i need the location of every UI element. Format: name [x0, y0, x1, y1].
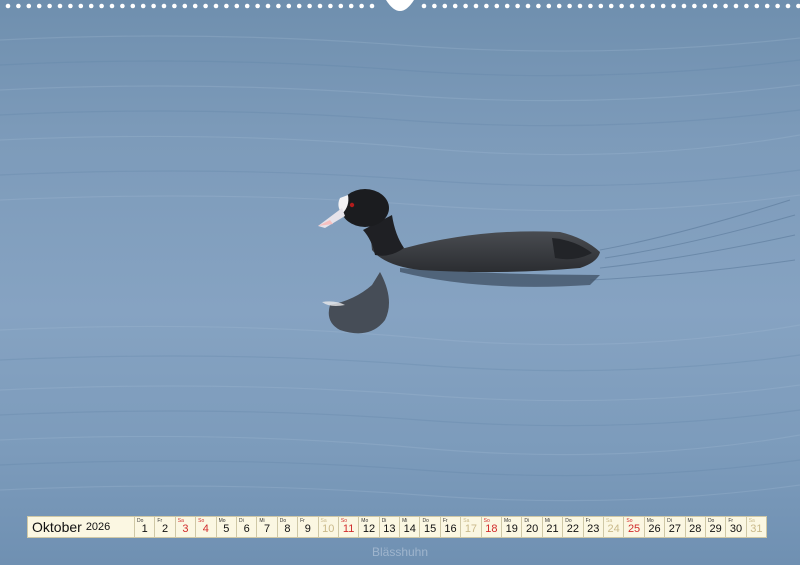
day-cell: Mo 5: [216, 516, 237, 538]
day-number: 24: [607, 523, 620, 535]
day-number: 11: [342, 523, 355, 535]
bird-reflection: [322, 268, 600, 334]
day-cell: Mo 12: [359, 516, 380, 538]
day-cell: Di 20: [522, 516, 543, 538]
day-cell: Fr 16: [440, 516, 462, 538]
day-cell: So 25: [624, 516, 645, 538]
coot-photo: [0, 0, 800, 565]
day-number: 1: [141, 523, 148, 535]
day-cell: Mo 19: [502, 516, 523, 538]
binding-holes: [0, 0, 800, 14]
day-number: 4: [202, 523, 209, 535]
coot-bird: [318, 189, 600, 273]
day-number: 25: [627, 523, 641, 535]
day-number: 15: [424, 523, 437, 535]
day-number: 10: [322, 523, 335, 535]
day-cell: Mi 14: [400, 516, 421, 538]
day-number: 12: [362, 523, 376, 535]
month-label: Oktober 2026: [27, 516, 135, 538]
day-cell: Fr 9: [298, 516, 319, 538]
day-cell: Fr 30: [726, 516, 747, 538]
day-cell: Do 22: [563, 516, 584, 538]
day-number: 26: [648, 523, 661, 535]
day-number: 30: [729, 523, 743, 535]
day-number: 28: [689, 523, 702, 535]
day-cell: Do 1: [135, 516, 156, 538]
day-number: 31: [750, 523, 763, 535]
water-scene: [0, 35, 800, 502]
year: 2026: [85, 521, 111, 533]
calendar-strip: Oktober 2026 Do 1 Fr 2 Sa 3 So 4 Mo 5 Di 6 Mi 7 Do 8 Fr 9…: [27, 516, 768, 538]
day-cell: Do 15: [420, 516, 441, 538]
day-number: 19: [505, 523, 518, 535]
day-cell: Mo 26: [644, 516, 666, 538]
day-number: 21: [546, 523, 559, 535]
day-cell: Sa 24: [603, 516, 625, 538]
day-cell: So 11: [338, 516, 360, 538]
day-number: 5: [223, 523, 230, 535]
day-number: 14: [403, 523, 416, 535]
day-cell: Mi 21: [542, 516, 564, 538]
day-cell: Fr 23: [583, 516, 604, 538]
day-cell: Mi 7: [257, 516, 278, 538]
day-cell: Sa 3: [175, 516, 197, 538]
day-number: 22: [566, 523, 580, 535]
day-number: 20: [525, 523, 539, 535]
day-cell: Di 27: [665, 516, 686, 538]
day-number: 9: [304, 523, 311, 535]
day-cell: Di 6: [236, 516, 258, 538]
day-number: 6: [243, 523, 250, 535]
day-number: 27: [668, 523, 681, 535]
day-cell: Sa 31: [746, 516, 768, 538]
photo-caption: Blässhuhn: [371, 545, 429, 559]
day-cell: Do 29: [705, 516, 727, 538]
day-number: 7: [263, 523, 271, 535]
day-cell: Di 13: [379, 516, 401, 538]
day-number: 29: [709, 523, 722, 535]
days-row: Do 1 Fr 2 Sa 3 So 4 Mo 5 Di 6 Mi 7 Do 8 Fr 9 Sa 10 So 11 Mo 12 D…: [135, 516, 768, 538]
day-number: 17: [464, 523, 478, 535]
day-cell: Sa 10: [318, 516, 339, 538]
day-number: 18: [485, 523, 498, 535]
day-number: 8: [284, 523, 291, 535]
day-cell: So 4: [196, 516, 217, 538]
day-cell: Fr 2: [155, 516, 176, 538]
day-cell: Mi 28: [685, 516, 706, 538]
day-number: 2: [162, 523, 169, 535]
day-number: 16: [444, 523, 457, 535]
month-name: Oktober: [32, 519, 82, 535]
day-cell: So 18: [481, 516, 503, 538]
day-number: 3: [182, 523, 189, 535]
day-number: 13: [383, 523, 396, 535]
day-number: 23: [587, 523, 600, 535]
day-cell: Sa 17: [461, 516, 482, 538]
day-cell: Do 8: [277, 516, 299, 538]
